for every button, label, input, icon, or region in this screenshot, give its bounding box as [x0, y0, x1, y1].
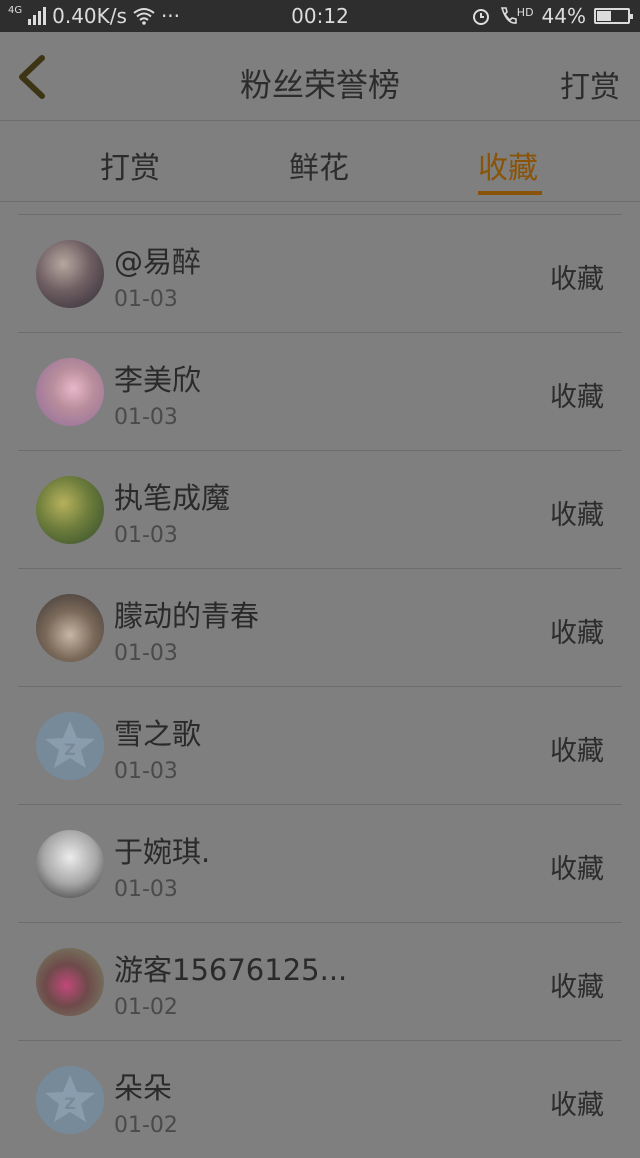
item-action: 收藏: [550, 264, 604, 295]
svg-text:Z: Z: [64, 740, 76, 759]
item-action: 收藏: [550, 854, 604, 885]
list-item[interactable]: @易醉 01-03 收藏: [18, 215, 622, 333]
list-item[interactable]: Z 雪之歌 01-03 收藏: [18, 687, 622, 805]
user-name: 朵朵: [114, 1071, 173, 1105]
item-action: 收藏: [550, 618, 604, 649]
user-name: 游客15676125...: [114, 953, 348, 987]
list-item[interactable]: 于婉琪. 01-03 收藏: [18, 805, 622, 923]
svg-text:Z: Z: [64, 1094, 76, 1113]
qq-default-avatar-icon: Z: [45, 721, 95, 768]
item-date: 01-03: [114, 287, 178, 312]
user-name: 执笔成魔: [114, 481, 231, 515]
list-item[interactable]: 朦动的青春 01-03 收藏: [18, 569, 622, 687]
item-action: 收藏: [550, 1090, 604, 1121]
item-date: 01-02: [114, 1113, 178, 1138]
user-name: 雪之歌: [114, 717, 202, 751]
list-item[interactable]: 游客15676125... 01-02 收藏: [18, 923, 622, 1041]
status-bar: 4G 0.40K/s ··· 00:12 HD 44%: [0, 0, 640, 32]
avatar: [36, 948, 104, 1016]
active-tab-indicator: [478, 191, 542, 195]
page-title: 粉丝荣誉榜: [239, 66, 400, 104]
status-right: HD 44%: [471, 4, 633, 28]
item-action: 收藏: [550, 382, 604, 413]
qq-default-avatar-icon: Z: [45, 1075, 95, 1122]
item-action: 收藏: [550, 736, 604, 767]
avatar: [36, 240, 104, 308]
list-item[interactable]: 执笔成魔 01-03 收藏: [18, 451, 622, 569]
tab-flowers[interactable]: 鲜花: [289, 143, 349, 187]
item-date: 01-03: [114, 523, 178, 548]
avatar: [36, 594, 104, 662]
list-item[interactable]: 李美欣 01-03 收藏: [18, 333, 622, 451]
item-action: 收藏: [550, 972, 604, 1003]
avatar: [36, 476, 104, 544]
fan-list: @易醉 01-03 收藏 李美欣 01-03 收藏 执笔成魔 01-03 收藏 …: [18, 214, 622, 1158]
avatar: [36, 830, 104, 898]
avatar: Z: [36, 1066, 104, 1134]
tip-button[interactable]: 打赏: [560, 62, 620, 106]
user-name: 于婉琪.: [114, 835, 211, 869]
avatar: Z: [36, 712, 104, 780]
alarm-icon: [472, 9, 489, 25]
item-date: 01-03: [114, 405, 178, 430]
hd-call-icon: HD: [499, 6, 534, 26]
item-action: 收藏: [550, 500, 604, 531]
battery-icon: [594, 8, 633, 24]
battery-percent: 44%: [541, 4, 586, 28]
item-date: 01-03: [114, 759, 178, 784]
tab-tip[interactable]: 打赏: [100, 143, 160, 187]
item-date: 01-03: [114, 641, 178, 666]
tab-bar: 打赏 鲜花 收藏: [0, 121, 640, 202]
user-name: 朦动的青春: [114, 599, 260, 633]
tab-favorites[interactable]: 收藏: [478, 143, 538, 187]
hd-label: HD: [516, 6, 534, 19]
user-name: @易醉: [114, 245, 202, 279]
title-bar: 粉丝荣誉榜 打赏: [0, 32, 640, 121]
avatar: [36, 358, 104, 426]
user-name: 李美欣: [114, 363, 202, 397]
list-item[interactable]: Z 朵朵 01-02 收藏: [18, 1041, 622, 1158]
item-date: 01-03: [114, 877, 178, 902]
item-date: 01-02: [114, 995, 178, 1020]
